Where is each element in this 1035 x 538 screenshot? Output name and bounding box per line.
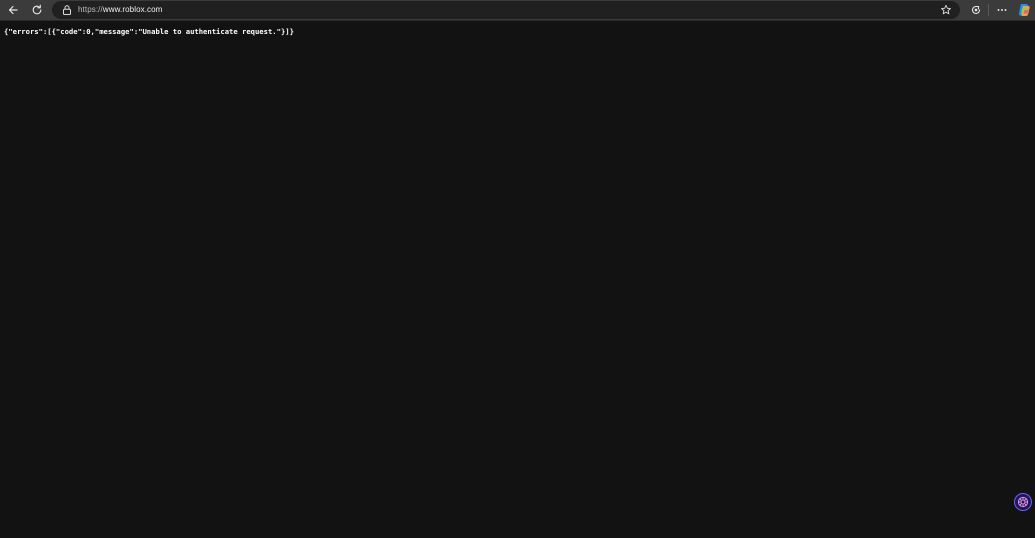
more-dots-icon <box>997 9 1007 11</box>
star-icon[interactable] <box>940 4 952 16</box>
back-button[interactable] <box>3 1 23 19</box>
browser-essentials-icon <box>971 5 981 15</box>
url-scheme: https:// <box>78 5 103 14</box>
url-text[interactable]: https://www.roblox.com <box>78 1 162 19</box>
address-bar[interactable]: https://www.roblox.com <box>52 1 960 19</box>
json-error-response: {"errors":[{"code":0,"message":"Unable t… <box>4 27 294 36</box>
copilot-icon[interactable] <box>1016 2 1032 18</box>
lock-icon[interactable] <box>61 4 73 16</box>
url-host: www.roblox.com <box>102 5 163 14</box>
browser-essentials-button[interactable] <box>966 1 986 19</box>
page-content: {"errors":[{"code":0,"message":"Unable t… <box>0 21 1035 538</box>
browser-window: https://www.roblox.com {"errors":[{"code… <box>0 0 1035 538</box>
back-arrow-icon <box>8 5 18 15</box>
extension-assistant-icon <box>1017 496 1029 508</box>
toolbar-separator <box>988 4 989 16</box>
browser-toolbar: https://www.roblox.com <box>0 0 1035 21</box>
refresh-button[interactable] <box>27 1 47 19</box>
refresh-icon <box>32 4 42 15</box>
settings-more-button[interactable] <box>992 1 1012 19</box>
floating-assistant-button[interactable] <box>1014 493 1032 511</box>
